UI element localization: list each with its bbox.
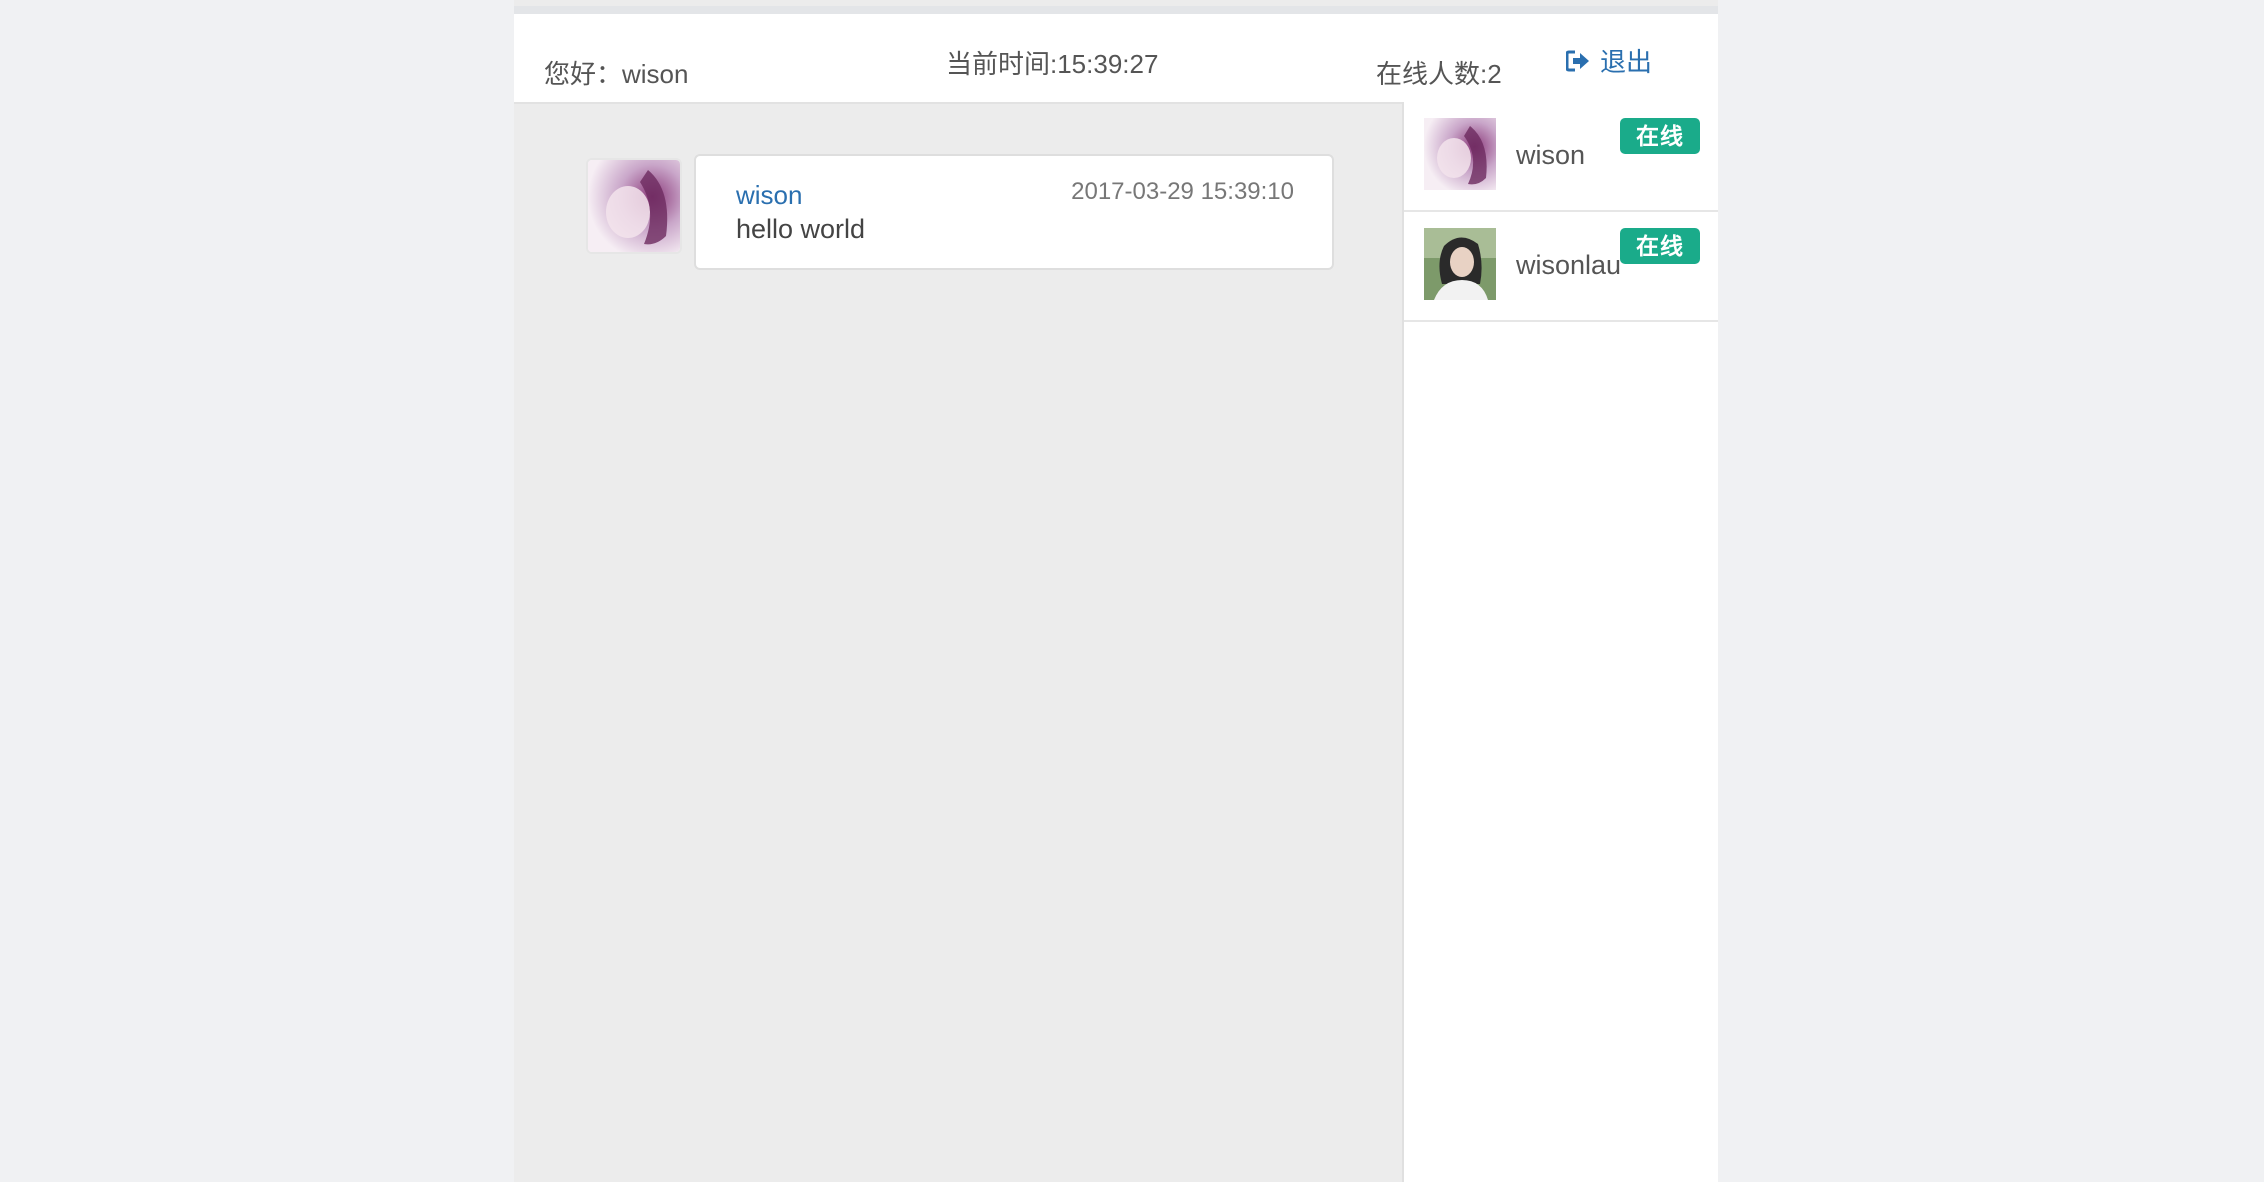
user-name: wisonlau: [1516, 250, 1622, 280]
chat-app: 您好：wison 当前时间:15:39:27 在线人数:2 退出 wison 2…: [514, 0, 1718, 1182]
greeting-text: 您好：wison: [544, 59, 689, 89]
user-name: wison: [1516, 140, 1586, 170]
status-badge: 在线: [1620, 228, 1700, 264]
online-count: 在线人数:2: [1376, 59, 1502, 89]
avatar: [586, 158, 682, 254]
chat-panel[interactable]: wison 2017-03-29 15:39:10 hello world: [514, 104, 1402, 1182]
logout-label: 退出: [1600, 47, 1653, 77]
top-strip: [514, 6, 1718, 14]
message-sender[interactable]: wison: [736, 180, 802, 211]
online-users-list: wison 在线 wisonlau 在线: [1402, 102, 1718, 1182]
current-time: 当前时间:15:39:27: [946, 49, 1159, 79]
list-item[interactable]: wison 在线: [1404, 102, 1718, 212]
list-item[interactable]: wisonlau 在线: [1404, 212, 1718, 322]
header-bar: 您好：wison 当前时间:15:39:27 在线人数:2 退出: [514, 14, 1718, 104]
avatar: [1424, 228, 1496, 300]
message-bubble: wison 2017-03-29 15:39:10 hello world: [694, 154, 1334, 270]
status-badge: 在线: [1620, 118, 1700, 154]
message-text: hello world: [736, 214, 866, 244]
message-timestamp: 2017-03-29 15:39:10: [1071, 178, 1294, 205]
avatar: [1424, 118, 1496, 190]
logout-button[interactable]: 退出: [1566, 42, 1652, 79]
sign-out-icon: [1566, 50, 1589, 71]
